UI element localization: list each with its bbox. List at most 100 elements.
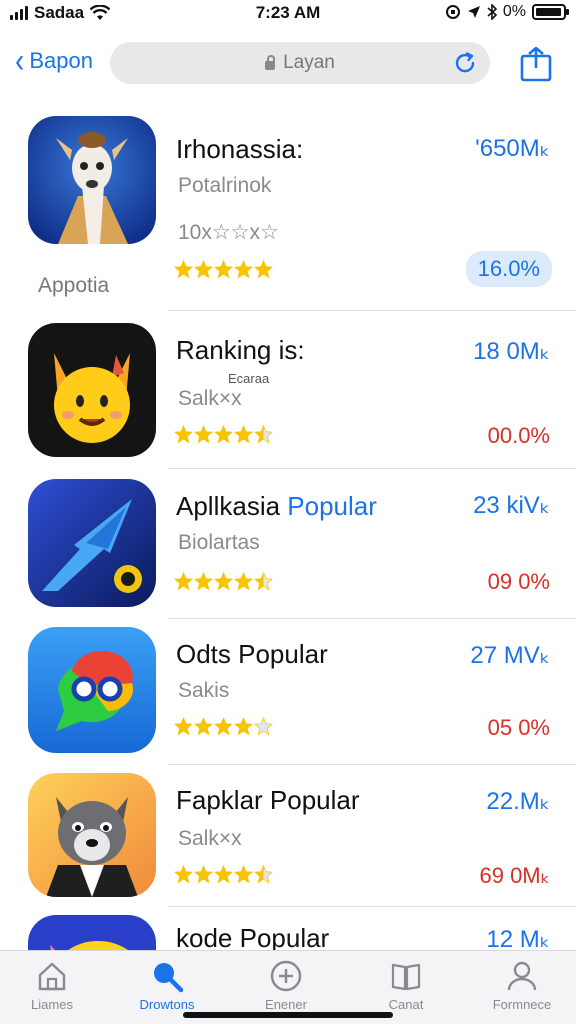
app-title: Apllkasia Popular — [176, 491, 377, 522]
percent-change: 69 0Mₖ — [479, 863, 550, 888]
star-icon — [254, 717, 273, 736]
back-label: Bapon — [29, 48, 93, 73]
star-icon — [214, 865, 233, 884]
percent-change: 09 0% — [487, 569, 550, 594]
search-icon — [154, 963, 184, 993]
battery-icon — [532, 4, 569, 20]
star-icon — [234, 572, 253, 591]
address-text: Layan — [283, 52, 335, 73]
app-size: 18 0Mₖ — [473, 338, 550, 365]
lock-icon — [265, 54, 276, 70]
star-icon — [194, 425, 213, 444]
star-icon — [234, 260, 253, 279]
app-subtitle: Potalrinok — [178, 174, 272, 197]
app-size: 23 kiVₖ — [473, 492, 550, 519]
tab-profile[interactable]: Formnece — [472, 959, 572, 1012]
home-icon — [38, 962, 66, 991]
app-subtitle: Sakis — [178, 679, 230, 702]
app-title-text: Fapklar Popular — [176, 785, 360, 815]
plus-circle-icon — [270, 960, 302, 992]
star-icon — [254, 260, 273, 279]
star-icon — [254, 572, 273, 591]
list-item[interactable]: Appotia Irhonassia: Potalrinok 10x☆☆x☆ '… — [0, 108, 576, 311]
address-field[interactable]: Layan — [110, 42, 490, 84]
tab-label: Formnece — [492, 997, 552, 1012]
star-icon — [234, 865, 253, 884]
percent-change: 05 0% — [487, 715, 550, 740]
app-title-text: Irhonassia: — [176, 134, 304, 164]
deer-icon[interactable] — [28, 116, 156, 244]
app-title-text: Apllkasia — [176, 491, 281, 521]
list-item[interactable]: Odts Popular Sakis 27 MVₖ 05 0% — [0, 619, 576, 765]
navigation-bar: ‹ Bapon Layan — [0, 38, 576, 94]
tab-add[interactable]: Enener — [236, 959, 336, 1012]
tab-search[interactable]: Drowtons — [117, 959, 217, 1012]
refresh-icon[interactable] — [452, 50, 478, 76]
app-subtitle: Salk×x — [178, 827, 242, 850]
orientation-lock-icon — [445, 5, 460, 19]
tab-home[interactable]: Liames — [2, 959, 102, 1012]
tab-label: Liames — [31, 997, 73, 1012]
star-icon — [234, 717, 253, 736]
star-icon — [194, 572, 213, 591]
chat-bubble-icon[interactable] — [28, 627, 156, 753]
list-item[interactable]: Fapklar Popular Salk×x 22.Mₖ 69 0Mₖ — [0, 765, 576, 907]
star-icon — [234, 425, 253, 444]
home-indicator[interactable] — [183, 1012, 393, 1018]
tab-label: Canat — [388, 997, 424, 1012]
app-title: Fapklar Popular — [176, 785, 360, 816]
app-title-text: Odts Popular — [176, 639, 328, 669]
app-title-text: kode Popular — [176, 923, 330, 953]
star-icon — [174, 425, 193, 444]
app-subtitle-rating-text: 10x☆☆x☆ — [178, 221, 279, 244]
star-icon — [254, 425, 273, 444]
battery-level — [536, 8, 561, 16]
tab-label: Drowtons — [139, 997, 195, 1012]
star-icon — [194, 260, 213, 279]
app-size: '650Mₖ — [475, 135, 550, 162]
app-title: Irhonassia: — [176, 134, 303, 165]
star-rating — [174, 260, 273, 279]
app-title: Odts Popular — [176, 639, 328, 670]
star-rating — [174, 717, 273, 736]
star-rating — [174, 425, 273, 444]
star-rating — [174, 865, 273, 884]
wolf-icon[interactable] — [28, 773, 156, 897]
app-small-label: Ecaraa — [228, 371, 270, 386]
list-item[interactable]: Ranking is: Ecaraa Salk×x 18 0Mₖ 00.0% — [0, 311, 576, 469]
tab-label: Enener — [265, 997, 307, 1012]
star-icon — [214, 717, 233, 736]
arrow-icon[interactable] — [28, 479, 156, 607]
list-item[interactable]: Apllkasia Popular Biolartas 23 kiVₖ 09 0… — [0, 469, 576, 619]
star-icon — [174, 572, 193, 591]
app-subtitle: Biolartas — [178, 531, 260, 554]
chevron-left-icon: ‹ — [15, 42, 25, 80]
app-size: 22.Mₖ — [486, 788, 550, 815]
tab-bar: Liames Drowtons Enener Canat Formnece — [0, 950, 576, 1024]
star-icon — [174, 260, 193, 279]
star-icon — [254, 865, 273, 884]
app-size: 27 MVₖ — [470, 642, 550, 669]
star-icon — [194, 717, 213, 736]
tab-library[interactable]: Canat — [356, 959, 456, 1012]
app-title-accent: Popular — [287, 491, 377, 521]
back-button[interactable]: ‹ Bapon — [14, 42, 93, 80]
person-icon — [507, 961, 537, 991]
status-right: 0% — [445, 3, 569, 21]
battery-percent: 0% — [502, 3, 526, 20]
fox-face-icon[interactable] — [28, 323, 156, 457]
star-icon — [174, 717, 193, 736]
star-icon — [194, 865, 213, 884]
app-subtitle: Salk×x — [178, 387, 242, 410]
location-icon — [467, 6, 480, 18]
app-title-text: Ranking is: — [176, 335, 305, 365]
share-icon[interactable] — [518, 46, 554, 82]
star-rating — [174, 572, 273, 591]
app-caption: Appotia — [38, 274, 110, 297]
bluetooth-icon — [487, 4, 497, 20]
app-title: Ranking is: — [176, 335, 305, 366]
star-icon — [214, 425, 233, 444]
star-icon — [214, 572, 233, 591]
book-icon — [391, 963, 421, 991]
star-icon — [214, 260, 233, 279]
